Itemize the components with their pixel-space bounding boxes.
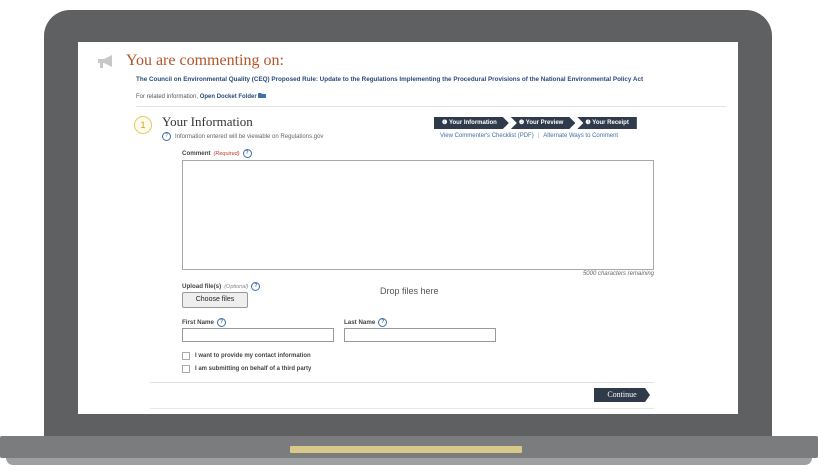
step-your-preview: ❷ Your Preview	[511, 117, 576, 129]
folder-icon	[258, 93, 267, 98]
viewable-note-text: Information entered will be viewable on …	[175, 133, 324, 140]
document-block: The Council on Environmental Quality (CE…	[136, 76, 726, 102]
alternate-ways-link[interactable]: Alternate Ways to Comment	[543, 133, 618, 139]
viewable-note: ? Information entered will be viewable o…	[162, 132, 323, 141]
progress-steps: ❶ Your Information ❷ Your Preview ❸ Your…	[434, 117, 639, 129]
document-title: The Council on Environmental Quality (CE…	[136, 76, 644, 83]
last-name-input[interactable]	[344, 328, 496, 342]
related-prefix: For related information,	[136, 94, 199, 100]
third-party-checkbox-row[interactable]: I am submitting on behalf of a third par…	[182, 365, 311, 373]
divider	[150, 408, 654, 409]
comment-textarea[interactable]	[182, 160, 654, 270]
related-info: For related information, Open Docket Fol…	[136, 92, 267, 100]
divider	[150, 382, 654, 383]
step-number-badge: 1	[134, 116, 152, 134]
help-links: View Commenter's Checklist (PDF) | Alterna…	[440, 133, 618, 139]
upload-help-icon[interactable]: ?	[251, 282, 261, 291]
first-name-input[interactable]	[182, 328, 334, 342]
first-name-label: First Name ?	[182, 318, 226, 327]
help-icon[interactable]: ?	[162, 132, 171, 141]
laptop-screen: You are commenting on: The Council on En…	[78, 42, 738, 414]
contact-info-checkbox[interactable]	[182, 352, 190, 360]
page-title: You are commenting on:	[126, 52, 284, 69]
upload-label: Upload file(s) (Optional) ?	[182, 282, 261, 291]
third-party-checkbox[interactable]	[182, 365, 190, 373]
commenters-checklist-link[interactable]: View Commenter's Checklist (PDF)	[440, 133, 534, 139]
contact-info-checkbox-row[interactable]: I want to provide my contact information	[182, 352, 311, 360]
first-name-help-icon[interactable]: ?	[216, 318, 226, 327]
laptop-base-edge	[6, 458, 812, 465]
step-your-receipt: ❸ Your Receipt	[577, 117, 637, 129]
third-party-label: I am submitting on behalf of a third par…	[195, 366, 312, 372]
page-header: You are commenting on:	[96, 52, 284, 70]
optional-tag: (Optional)	[224, 283, 249, 290]
section-title: Your Information	[162, 114, 253, 129]
divider	[136, 106, 726, 107]
contact-info-label: I want to provide my contact information	[195, 353, 311, 359]
last-name-help-icon[interactable]: ?	[378, 318, 388, 327]
drop-zone[interactable]: Drop files here	[380, 286, 439, 296]
continue-button[interactable]: Continue	[594, 388, 650, 402]
megaphone-icon	[98, 55, 112, 68]
laptop-notch	[290, 446, 522, 453]
comment-help-icon[interactable]: ?	[242, 149, 252, 158]
comment-label: Comment (Required) ?	[182, 149, 252, 158]
last-name-label: Last Name ?	[344, 318, 388, 327]
characters-remaining: 5000 characters remaining	[582, 271, 654, 277]
open-docket-folder-link[interactable]: Open Docket Folder	[200, 94, 257, 100]
choose-files-button[interactable]: Choose files	[182, 292, 248, 308]
link-separator: |	[537, 133, 540, 139]
step-your-information: ❶ Your Information	[434, 117, 509, 129]
required-tag: (Required)	[213, 150, 240, 157]
